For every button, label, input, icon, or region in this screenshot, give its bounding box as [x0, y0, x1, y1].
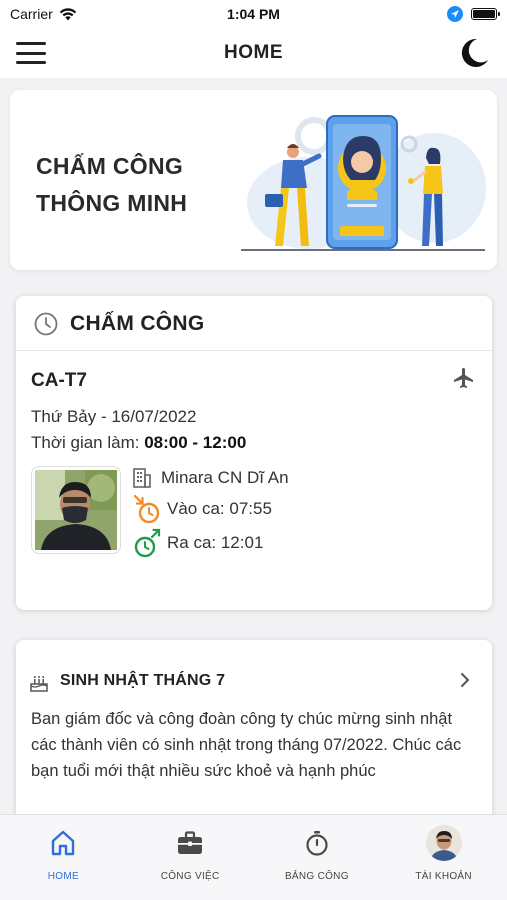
- nav-account-label: TÀI KHOẢN: [415, 871, 472, 882]
- app-header: HOME: [0, 28, 507, 78]
- home-icon: [52, 830, 75, 856]
- check-in-clock-icon: [133, 494, 160, 524]
- check-out-time: Ra ca: 12:01: [167, 533, 264, 552]
- nav-account[interactable]: TÀI KHOẢN: [380, 815, 507, 900]
- building-icon: [133, 468, 151, 488]
- smart-attendance-banner: CHẤM CÔNG THÔNG MINH: [10, 90, 497, 270]
- battery-icon: [471, 8, 500, 20]
- banner-headline-line2: THÔNG MINH: [36, 190, 188, 216]
- clock-icon: [34, 312, 58, 336]
- chevron-right-icon[interactable]: [458, 672, 472, 688]
- location-icon: [447, 6, 463, 22]
- shift-code: CA-T7: [31, 370, 87, 391]
- birthday-message: Ban giám đốc và công đoàn công ty chúc m…: [31, 710, 462, 780]
- check-in-row: Vào ca: 07:55: [133, 494, 272, 524]
- shift-date: Thứ Bảy - 16/07/2022: [31, 407, 197, 426]
- airplane-icon[interactable]: [452, 366, 476, 390]
- home-content[interactable]: CHẤM CÔNG THÔNG MINH CHẤM CÔNG CA-T7 Thứ…: [0, 78, 507, 814]
- status-right: [447, 6, 500, 22]
- check-in-time: Vào ca: 07:55: [167, 499, 272, 518]
- birthday-card[interactable]: SINH NHẬT THÁNG 7 Ban giám đốc và công đ…: [16, 640, 492, 814]
- work-time-label: Thời gian làm:: [31, 433, 145, 452]
- face-recognition-illustration: [241, 115, 486, 251]
- avatar: [425, 825, 462, 861]
- status-time: 1:04 PM: [227, 6, 280, 22]
- nav-work-label: CÔNG VIỆC: [160, 871, 220, 882]
- checkin-photo[interactable]: [31, 466, 121, 554]
- banner-headline-line1: CHẤM CÔNG: [36, 153, 184, 179]
- nav-timesheet[interactable]: BẢNG CÔNG: [254, 815, 381, 900]
- status-bar: Carrier 1:04 PM: [0, 0, 507, 28]
- work-time: Thời gian làm: 08:00 - 12:00: [31, 433, 246, 453]
- nav-work[interactable]: CÔNG VIỆC: [127, 815, 254, 900]
- nav-home-label: HOME: [47, 871, 79, 882]
- check-out-row: Ra ca: 12:01: [133, 528, 263, 558]
- briefcase-icon: [178, 831, 203, 854]
- nav-timesheet-label: BẢNG CÔNG: [284, 871, 349, 882]
- attendance-section-title: CHẤM CÔNG: [70, 312, 205, 335]
- work-time-value: 08:00 - 12:00: [144, 433, 247, 452]
- birthday-title: SINH NHẬT THÁNG 7: [60, 672, 226, 689]
- stopwatch-icon: [306, 831, 328, 856]
- dark-mode-moon-icon[interactable]: [457, 36, 491, 70]
- work-location-name: Minara CN Dĩ An: [161, 468, 289, 487]
- checkin-selfie-image: [35, 470, 117, 550]
- work-location: Minara CN Dĩ An: [133, 468, 289, 488]
- check-out-clock-icon: [134, 528, 161, 558]
- nav-home[interactable]: HOME: [0, 815, 127, 900]
- attendance-card-header: CHẤM CÔNG: [16, 296, 492, 351]
- attendance-card[interactable]: CHẤM CÔNG CA-T7 Thứ Bảy - 16/07/2022 Thờ…: [16, 296, 492, 610]
- cake-icon: [30, 676, 48, 692]
- banner-headline: CHẤM CÔNG THÔNG MINH: [36, 148, 187, 222]
- bottom-navigation: HOME CÔNG VIỆC BẢNG CÔNG TÀI KHOẢN: [0, 814, 507, 900]
- page-title: HOME: [224, 42, 283, 63]
